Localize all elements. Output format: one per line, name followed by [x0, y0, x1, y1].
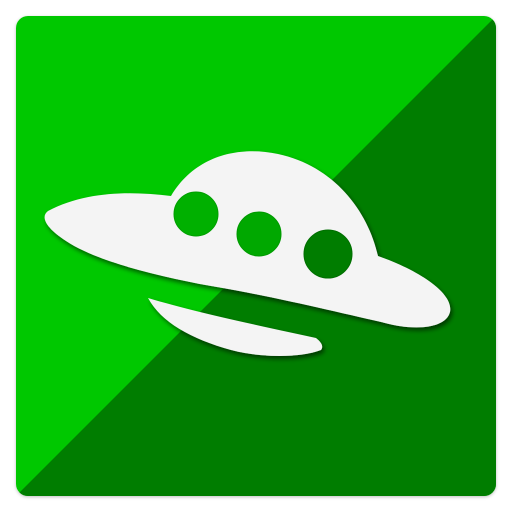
porthole-left	[173, 191, 219, 237]
porthole-middle	[236, 211, 282, 257]
app-icon-canvas	[0, 0, 512, 512]
ufo-icon	[16, 16, 496, 496]
app-icon-tile[interactable]	[16, 16, 496, 496]
porthole-right	[303, 229, 353, 279]
